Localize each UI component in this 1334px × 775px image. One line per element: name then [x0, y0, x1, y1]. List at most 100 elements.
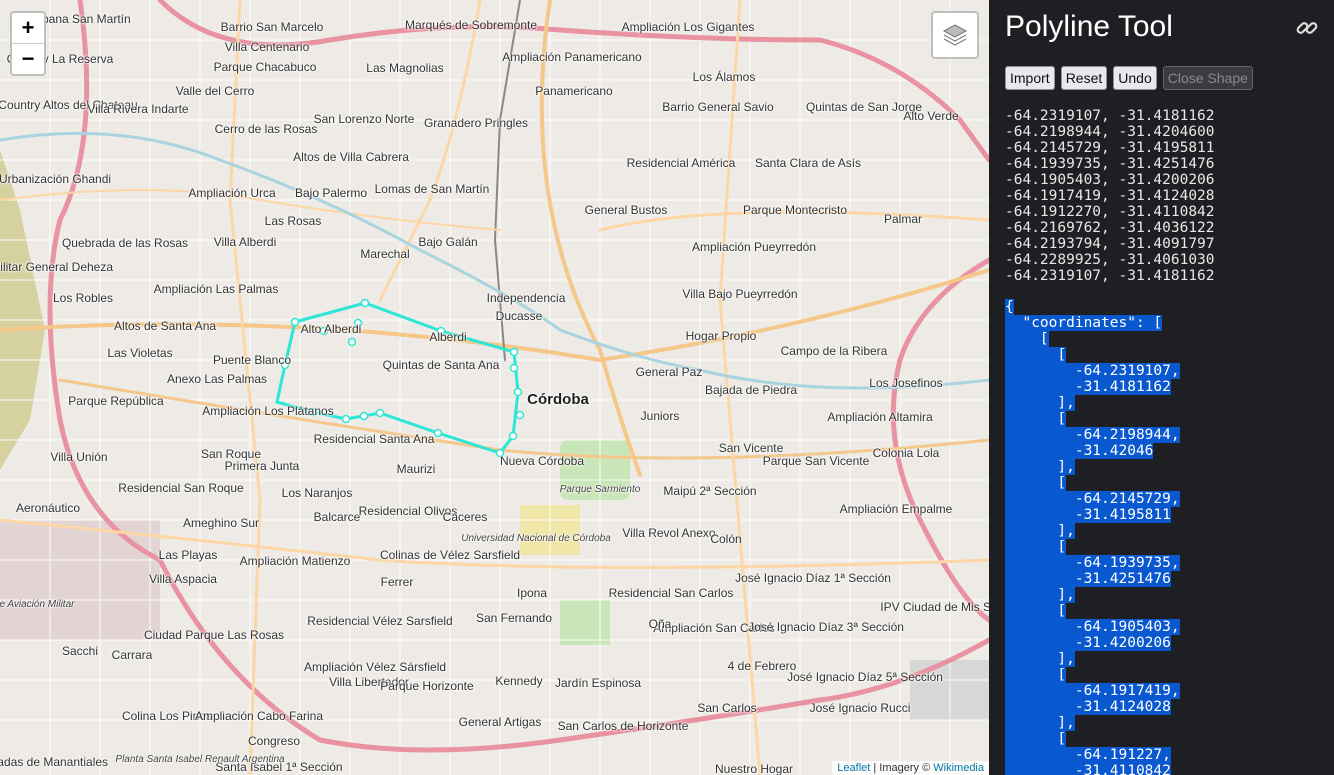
map-label: José Ignacio Díaz 1ª Sección: [735, 571, 891, 585]
zoom-out-button[interactable]: −: [12, 44, 44, 74]
map-label: San Carlos: [697, 701, 757, 715]
map-label: Puente Blanco: [212, 353, 292, 367]
map-label: Ampliación Urca: [188, 186, 276, 200]
polyline-tool-panel: Polyline Tool Import Reset Undo Close Sh…: [989, 0, 1334, 775]
map-label: Barrio Militar General Deheza: [0, 260, 114, 274]
zoom-control: + −: [10, 11, 46, 76]
map-label: Alberdi: [429, 330, 467, 344]
vertex-handle[interactable]: [375, 408, 385, 418]
map-label: Colinas de Vélez Sarsfield: [379, 548, 521, 562]
layers-button[interactable]: [931, 11, 979, 59]
map-label: Las Playas: [158, 548, 218, 562]
map-view[interactable]: Urbana San Martín Country La Reserva Count…: [0, 0, 989, 775]
map-label: Marechal: [360, 247, 410, 261]
close-shape-button[interactable]: Close Shape: [1162, 66, 1253, 90]
vertex-handle[interactable]: [515, 410, 525, 420]
map-label: Villa Aspacia: [149, 572, 217, 586]
vertex-handle[interactable]: [509, 363, 519, 373]
map-label: Parque Montecristo: [742, 203, 848, 217]
map-label: Residencial Santa Ana: [313, 432, 435, 446]
map-label: Ameghino Sur: [182, 516, 260, 530]
map-label: Sacchi: [61, 644, 99, 658]
map-label: Kennedy: [495, 674, 543, 688]
map-label: Villa Bajo Pueyrredón: [682, 287, 798, 301]
vertex-handle[interactable]: [508, 431, 518, 441]
map-label: Barrio General Savio: [662, 100, 774, 114]
undo-button[interactable]: Undo: [1113, 66, 1157, 90]
map-label: Ampliación Cabo Farina: [194, 709, 324, 723]
map-label: Escuela de Aviación Militar: [0, 599, 75, 610]
map-label: Planta Santa Isabel Renault Argentina: [115, 754, 285, 765]
map-label: Villa Centenario: [224, 40, 310, 54]
map-label: Cerro de las Rosas: [214, 122, 318, 136]
reset-button[interactable]: Reset: [1060, 66, 1108, 90]
map-label: Ampliación Empalme: [839, 502, 953, 516]
vertex-handle[interactable]: [360, 298, 370, 308]
map-label: Lomas de San Martín: [374, 182, 490, 196]
map-label: Residencial San Roque: [118, 481, 244, 495]
map-label: Los Robles: [52, 291, 114, 305]
vertex-handle[interactable]: [347, 337, 357, 347]
map-label: Quebradas de Manantiales: [0, 755, 109, 769]
map-label: José Ignacio Rucci: [809, 701, 911, 715]
vertex-handle[interactable]: [513, 387, 523, 397]
vertex-handle[interactable]: [509, 347, 519, 357]
vertex-handle[interactable]: [341, 414, 351, 424]
geojson-selection: { "coordinates": [ [ [ -64.2319107, -31.…: [1005, 299, 1180, 775]
map-label: Bajada de Piedra: [704, 383, 798, 397]
map-label: Balcarce: [313, 510, 361, 524]
zoom-in-button[interactable]: +: [12, 13, 44, 44]
map-label: Carrara: [111, 648, 153, 662]
map-label: Nueva Córdoba: [499, 454, 585, 468]
wikimedia-link[interactable]: Wikimedia: [933, 762, 984, 774]
map-label: 4 de Febrero: [727, 659, 797, 673]
vertex-handle[interactable]: [290, 317, 300, 327]
map-label: Los Josefinos: [869, 376, 943, 390]
vertex-handle[interactable]: [433, 428, 443, 438]
map-label: Ampliación Los Gigantes: [621, 20, 755, 34]
import-button[interactable]: Import: [1005, 66, 1055, 90]
map-label: Quebrada de las Rosas: [61, 236, 189, 250]
map-label: Colonia Lola: [872, 446, 940, 460]
map-label: Los Álamos: [692, 70, 756, 84]
map-label: Maurizi: [396, 462, 436, 476]
geojson-output[interactable]: { "coordinates": [ [ [ -64.2319107, -31.…: [1005, 299, 1180, 775]
map-label: Independencia: [486, 291, 566, 305]
map-label: Parque Sarmiento: [559, 484, 641, 495]
map-label: Ducasse: [495, 309, 543, 323]
map-label: Aeronáutico: [15, 501, 81, 515]
map-label: General Artigas: [458, 715, 542, 729]
map-label: José Ignacio Díaz 5ª Sección: [787, 670, 943, 684]
map-label: General Paz: [635, 365, 703, 379]
vertex-handle[interactable]: [359, 411, 369, 421]
map-label: Juniors: [640, 409, 680, 423]
map-label: Ampliación Pueyrredón: [691, 240, 817, 254]
map-label: Cáceres: [442, 510, 488, 524]
map-label: Urbanización Ghandi: [0, 172, 112, 186]
map-label: Alto Alberdi: [300, 322, 362, 336]
map-label: Parque Horizonte: [380, 679, 474, 693]
map-label: Villa Revol Anexo: [622, 526, 716, 540]
map-label: General Bustos: [584, 203, 668, 217]
map-label: Santa Clara de Asís: [754, 156, 862, 170]
map-label: Alto Verde: [903, 109, 959, 123]
map-label: Oña: [648, 617, 672, 631]
map-label: Ferrer: [380, 575, 414, 589]
toolbar: Import Reset Undo Close Shape: [1005, 66, 1253, 90]
map-label: Campo de la Ribera: [780, 344, 888, 358]
map-label: Ampliación Panamericano: [502, 50, 642, 64]
map-label: San Lorenzo Norte: [313, 112, 415, 126]
map-label: Los Naranjos: [281, 486, 353, 500]
map-label: Ampliación Vélez Sársfield: [303, 660, 447, 674]
map-label: Barrio San Marcelo: [220, 20, 324, 34]
map-label: Ciudad Parque Las Rosas: [143, 628, 285, 642]
leaflet-link[interactable]: Leaflet: [837, 762, 870, 774]
attribution-separator: | Imagery ©: [870, 762, 934, 774]
map-label: Quintas de Santa Ana: [382, 358, 500, 372]
map-label: Córdoba: [527, 391, 589, 408]
map-label: Las Rosas: [264, 214, 322, 228]
map-label: Altos de Villa Cabrera: [293, 150, 409, 164]
map-label: Granadero Pringles: [423, 116, 529, 130]
map-label: Bajo Palermo: [294, 186, 368, 200]
link-icon[interactable]: [1295, 16, 1319, 40]
